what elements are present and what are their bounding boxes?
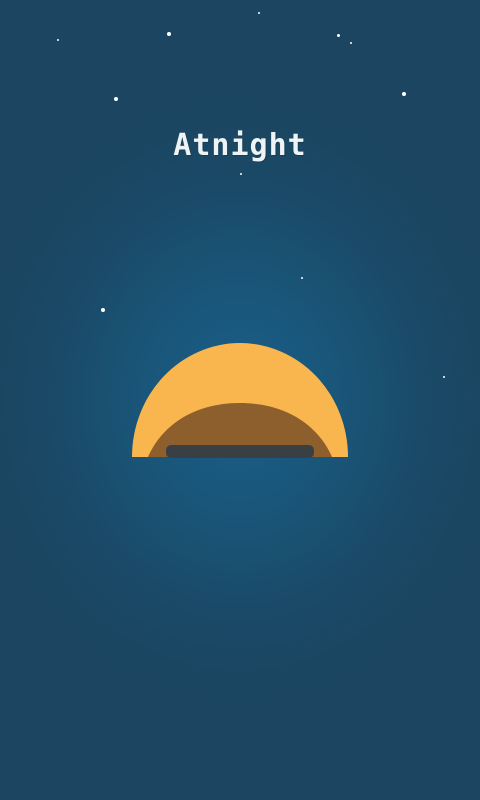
star-icon (114, 97, 118, 101)
star-icon (301, 277, 303, 279)
splash-screen: Atnight (0, 0, 480, 800)
star-icon (337, 34, 340, 37)
app-title: Atnight (173, 128, 307, 163)
base-bar (166, 445, 314, 458)
star-icon (443, 376, 445, 378)
sunrise-dome-icon (132, 343, 348, 458)
star-icon (167, 32, 171, 36)
star-icon (402, 92, 406, 96)
star-icon (57, 39, 59, 41)
star-icon (258, 12, 260, 14)
star-icon (350, 42, 352, 44)
star-icon (101, 308, 105, 312)
star-icon (240, 173, 242, 175)
